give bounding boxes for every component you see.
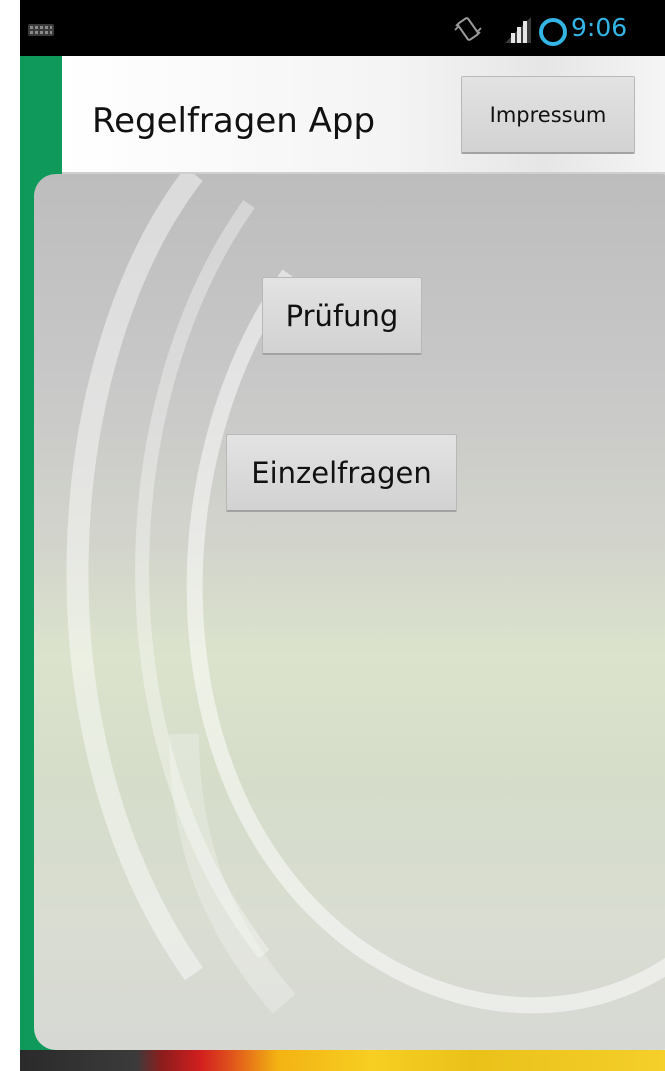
status-bar: 9:06 [20,0,665,56]
vibrate-icon [454,17,482,41]
status-clock: 9:06 [571,13,628,42]
app-title: Regelfragen App [92,101,376,141]
pruefung-button[interactable]: Prüfung [262,277,422,355]
flag-strip [20,1050,665,1071]
action-bar: Regelfragen App Impressum [62,56,665,174]
signal-icon [505,17,531,43]
impressum-button[interactable]: Impressum [461,76,635,154]
content-panel: Prüfung Einzelfragen [34,174,665,1050]
sync-icon [539,18,567,46]
app-screen: 9:06 Regelfragen App Impressum Prüfung E… [0,0,665,1071]
einzelfragen-button[interactable]: Einzelfragen [226,434,457,512]
keyboard-icon [28,24,54,36]
